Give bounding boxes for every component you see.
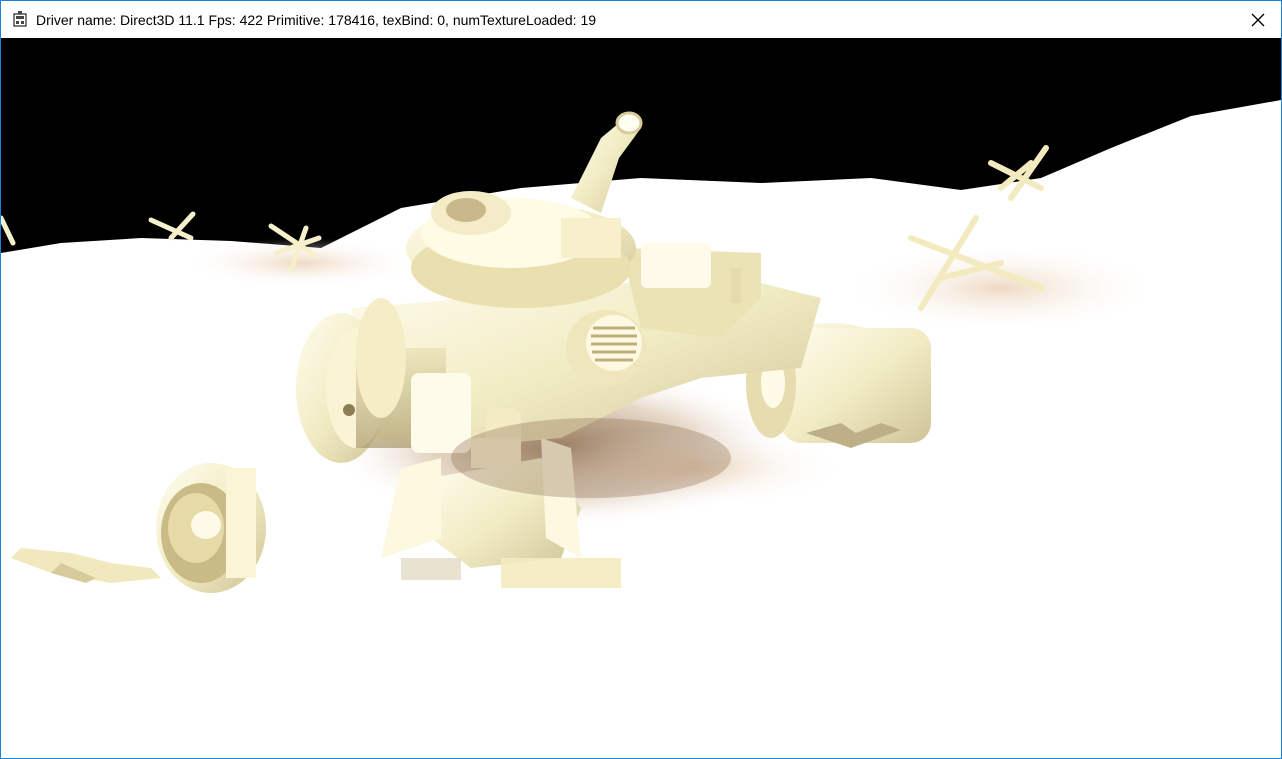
app-window: Driver name: Direct3D 11.1 Fps: 422 Prim… xyxy=(0,0,1282,759)
title-bar[interactable]: Driver name: Direct3D 11.1 Fps: 422 Prim… xyxy=(1,1,1281,38)
window-title: Driver name: Direct3D 11.1 Fps: 422 Prim… xyxy=(36,12,597,28)
scene-render xyxy=(1,38,1281,758)
detached-wheel xyxy=(156,463,266,593)
app-icon xyxy=(12,11,28,27)
close-button[interactable] xyxy=(1235,1,1281,38)
render-viewport[interactable] xyxy=(1,38,1281,758)
close-icon xyxy=(1251,13,1265,26)
